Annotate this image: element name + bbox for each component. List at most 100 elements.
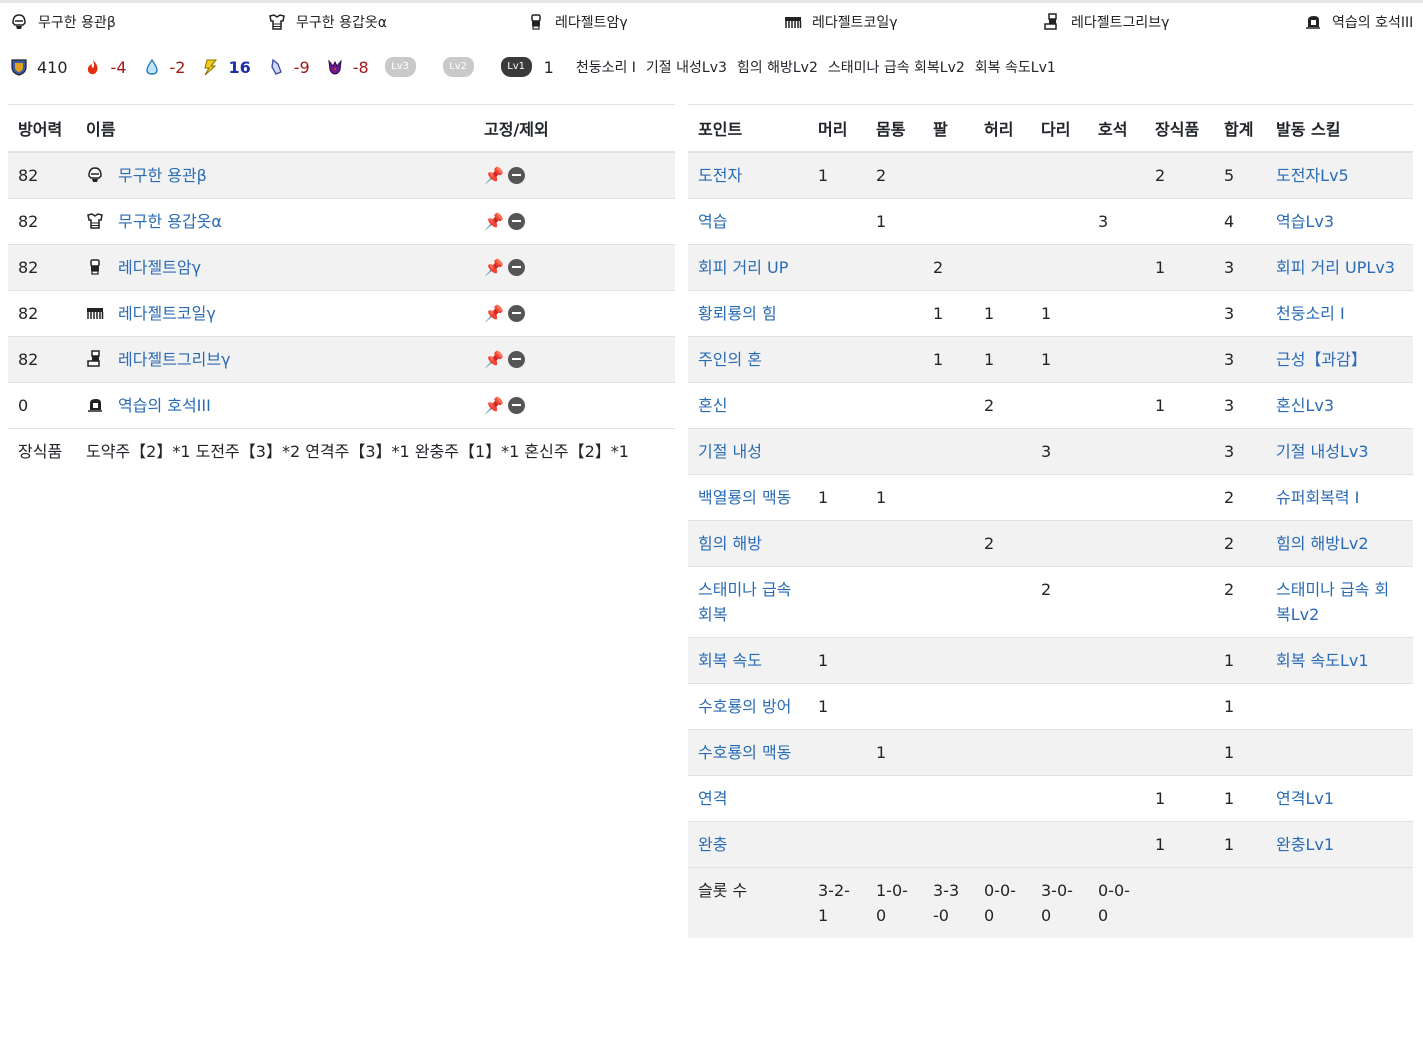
- exclude-icon[interactable]: [507, 350, 525, 368]
- slot-waist: 0-0-0: [974, 866, 1031, 938]
- col-head: 머리: [808, 104, 866, 153]
- active-skill-link[interactable]: 천둥소리 I: [1276, 304, 1345, 323]
- cell-arm: [923, 682, 974, 729]
- active-skill: 천둥소리 I: [575, 60, 636, 76]
- skill-point-link[interactable]: 수호룡의 맥동: [698, 743, 791, 762]
- active-skill-link[interactable]: 근성【과감】: [1276, 350, 1367, 369]
- active-skill-link[interactable]: 슈퍼회복력 I: [1276, 488, 1359, 507]
- slot-count-row: 슬롯 수 3-2-1 1-0-0 3-3-0 0-0-0 3-0-0 0-0-0: [688, 866, 1413, 938]
- active-skill-link[interactable]: 연격Lv1: [1276, 789, 1334, 808]
- table-row: 수호룡의 방어 1 1: [688, 682, 1413, 729]
- active-skill-link[interactable]: 역습Lv3: [1276, 212, 1334, 231]
- pin-icon[interactable]: 📌: [484, 347, 504, 372]
- active-skill: 힘의 해방Lv2: [736, 60, 818, 76]
- decoration-label: 장식품: [8, 427, 76, 474]
- pin-icon[interactable]: 📌: [484, 163, 504, 188]
- armor-link[interactable]: 레다젤트그리브γ: [118, 347, 231, 372]
- armor-link[interactable]: 레다젤트코일γ: [118, 301, 216, 326]
- skill-point-link[interactable]: 수호룡의 방어: [698, 697, 791, 716]
- cell-arm: 1: [923, 289, 974, 336]
- armor-link[interactable]: 무구한 용관β: [118, 163, 207, 188]
- fire-resist: -4: [84, 58, 127, 77]
- active-skill-link[interactable]: 혼신Lv3: [1276, 396, 1334, 415]
- waist-icon: [86, 304, 104, 322]
- chest-icon: [268, 13, 286, 31]
- cell-body: [866, 820, 923, 867]
- cell-body: [866, 427, 923, 474]
- cell-total: 5: [1214, 151, 1266, 198]
- cell-waist: 1: [974, 335, 1031, 382]
- active-skill-link[interactable]: 도전자Lv5: [1276, 166, 1349, 185]
- active-skill-link[interactable]: 회복 속도Lv1: [1276, 651, 1369, 670]
- pin-icon[interactable]: 📌: [484, 301, 504, 326]
- arm-icon: [86, 258, 104, 276]
- armor-link[interactable]: 레다젤트암γ: [118, 255, 201, 280]
- col-waist: 허리: [974, 104, 1031, 153]
- helm-icon: [10, 13, 28, 31]
- slot-lv3-badge: Lv3: [384, 57, 416, 77]
- active-skill-link[interactable]: 기절 내성Lv3: [1276, 442, 1369, 461]
- skill-point-link[interactable]: 완충: [698, 835, 727, 854]
- table-row: 스태미나 급속 회복 2 2 스태미나 급속 회복Lv2: [688, 565, 1413, 637]
- table-row: 연격 1 1 연격Lv1: [688, 774, 1413, 821]
- helm-icon: [86, 166, 104, 184]
- top-divider: [0, 0, 1423, 3]
- pin-icon[interactable]: 📌: [484, 393, 504, 418]
- table-row: 0 역습의 호석III 📌: [8, 381, 675, 428]
- cell-body: 2: [866, 151, 923, 198]
- exclude-icon[interactable]: [507, 304, 525, 322]
- table-row: 힘의 해방 2 2 힘의 해방Lv2: [688, 519, 1413, 566]
- skill-point-link[interactable]: 역습: [698, 212, 727, 231]
- cell-body: 1: [866, 197, 923, 244]
- leg-icon: [86, 350, 104, 368]
- armor-link[interactable]: 역습의 호석III: [118, 393, 211, 418]
- exclude-icon[interactable]: [507, 212, 525, 230]
- exclude-icon[interactable]: [507, 166, 525, 184]
- cell-leg: [1031, 197, 1088, 244]
- cell-charm: [1088, 682, 1145, 729]
- cell-body: [866, 565, 923, 637]
- cell-arm: [923, 427, 974, 474]
- cell-charm: [1088, 243, 1145, 290]
- skill-point-link[interactable]: 스태미나 급속 회복: [698, 580, 791, 624]
- cell-total: 1: [1214, 728, 1266, 775]
- water-resist: -2: [143, 58, 185, 77]
- active-skill-link[interactable]: 스태미나 급속 회복Lv2: [1276, 580, 1389, 624]
- col-leg: 다리: [1031, 104, 1088, 153]
- skill-point-link[interactable]: 회복 속도: [698, 651, 762, 670]
- skill-point-link[interactable]: 회피 거리 UP: [698, 258, 788, 277]
- pin-icon[interactable]: 📌: [484, 209, 504, 234]
- skill-point-link[interactable]: 도전자: [698, 166, 742, 185]
- cell-charm: [1088, 728, 1145, 775]
- skill-point-link[interactable]: 황뢰룡의 힘: [698, 304, 777, 323]
- cell-charm: [1088, 774, 1145, 821]
- cell-head: 1: [808, 473, 866, 520]
- armor-link[interactable]: 무구한 용갑옷α: [118, 209, 222, 234]
- cell-body: [866, 636, 923, 683]
- cell-leg: [1031, 151, 1088, 198]
- active-skill-link[interactable]: 힘의 해방Lv2: [1276, 534, 1369, 553]
- cell-deco: [1145, 728, 1214, 775]
- active-skill-link[interactable]: 회피 거리 UPLv3: [1276, 258, 1395, 277]
- table-row: 주인의 혼 1 1 1 3 근성【과감】: [688, 335, 1413, 382]
- exclude-icon[interactable]: [507, 258, 525, 276]
- skill-point-link[interactable]: 백열룡의 맥동: [698, 488, 791, 507]
- cell-deco: 1: [1145, 820, 1214, 867]
- cell-body: [866, 682, 923, 729]
- cell-body: 1: [866, 473, 923, 520]
- exclude-icon[interactable]: [507, 396, 525, 414]
- skill-point-link[interactable]: 기절 내성: [698, 442, 762, 461]
- ice-resist: -9: [267, 58, 310, 77]
- skill-point-link[interactable]: 연격: [698, 789, 727, 808]
- cell-charm: [1088, 636, 1145, 683]
- col-arm: 팔: [923, 104, 974, 153]
- thunder-resist: 16: [201, 58, 251, 77]
- skill-point-link[interactable]: 혼신: [698, 396, 727, 415]
- skill-point-link[interactable]: 주인의 혼: [698, 350, 762, 369]
- pin-icon[interactable]: 📌: [484, 255, 504, 280]
- table-row: 도전자 1 2 2 5 도전자Lv5: [688, 151, 1413, 198]
- active-skill-link[interactable]: 완충Lv1: [1276, 835, 1334, 854]
- cell-waist: [974, 728, 1031, 775]
- skill-point-link[interactable]: 힘의 해방: [698, 534, 762, 553]
- cell-waist: [974, 243, 1031, 290]
